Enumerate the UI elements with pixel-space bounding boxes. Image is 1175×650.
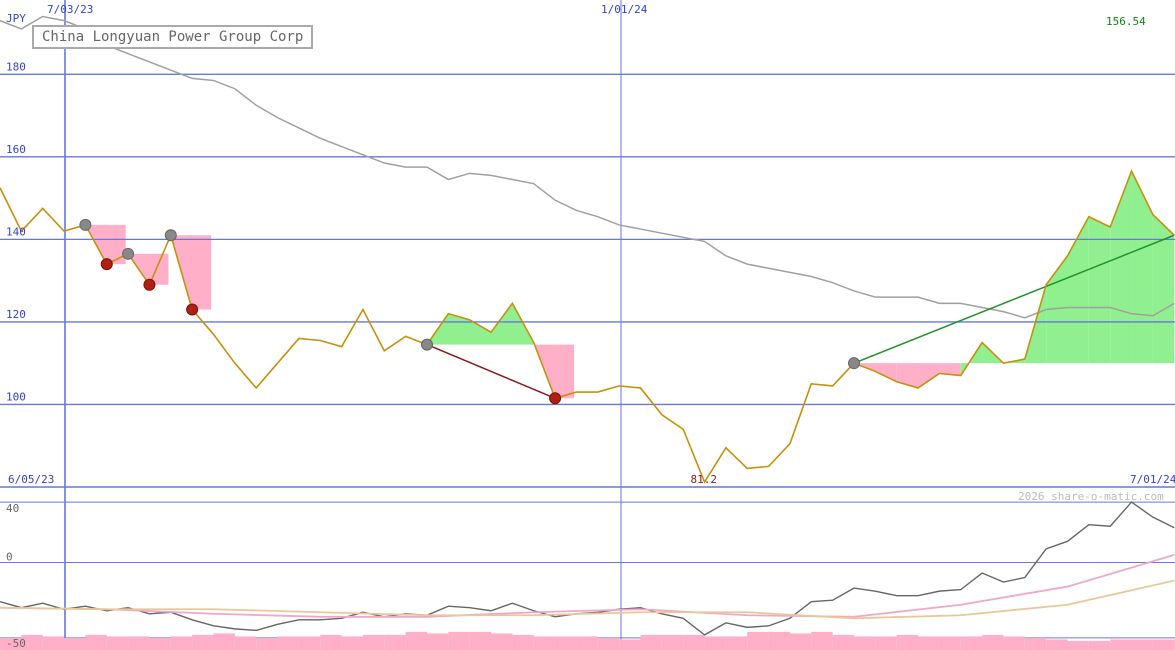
- histogram-bar: [661, 634, 684, 650]
- signal-entry-marker-1: [122, 247, 135, 260]
- histogram-bar: [128, 636, 150, 650]
- histogram-bar: [982, 634, 1004, 650]
- histogram-bar: [1003, 636, 1025, 650]
- histogram-bar: [448, 631, 470, 650]
- histogram-bar: [512, 634, 534, 650]
- histogram-bar: [597, 637, 620, 650]
- histogram-bar: [149, 637, 171, 650]
- date-label-end: 7/01/24: [1130, 473, 1175, 486]
- sell-bar-3: [553, 344, 575, 399]
- signal-entry-marker-0: [79, 218, 92, 231]
- histogram-bar: [362, 634, 385, 650]
- histogram-bar: [1067, 640, 1089, 650]
- histogram-bar: [1131, 639, 1153, 650]
- gridlines: [0, 0, 1175, 650]
- histogram-bar: [619, 639, 641, 650]
- buy-up-fill-51: [1088, 216, 1111, 364]
- histogram-bar: [832, 634, 854, 650]
- histogram-bar: [789, 633, 812, 650]
- osc-tick--50: -50: [6, 637, 26, 650]
- signal-entry-marker-2: [164, 229, 177, 242]
- chart-labels: 100 120 140 160 180 JPY 7/03/23 1/01/24 6/05/23 7…: [6, 3, 1175, 650]
- histogram-bar: [854, 636, 876, 650]
- histogram-bar: [405, 631, 427, 650]
- signal-exit-marker-1: [143, 278, 156, 291]
- histogram-bar: [427, 633, 449, 650]
- histogram-bar: [640, 634, 662, 650]
- histogram-bar: [384, 634, 406, 650]
- histogram-bar: [85, 634, 107, 650]
- histogram-bar: [747, 631, 769, 650]
- y-axis-unit-label: JPY: [6, 12, 26, 25]
- histogram-bar: [469, 631, 492, 650]
- histogram-bar: [192, 634, 214, 650]
- signal-exit-marker-0: [100, 258, 113, 271]
- histogram-bar: [875, 636, 897, 650]
- price-layer: [0, 169, 1175, 484]
- histogram-bar: [277, 636, 299, 650]
- price-line: [0, 169, 1175, 484]
- price-tick-160: 160: [6, 143, 26, 156]
- oscillator_average_fast-line: [0, 554, 1175, 618]
- chart-title: China Longyuan Power Group Corp: [32, 25, 314, 49]
- histogram-bar: [939, 636, 961, 650]
- date-label-start: 6/05/23: [8, 473, 54, 486]
- histogram-bar: [42, 636, 65, 650]
- copyright-text: 2026 share-o-matic.com: [1018, 490, 1164, 503]
- osc-tick-0: 0: [6, 550, 13, 563]
- histogram-bar: [298, 636, 321, 650]
- histogram-bar: [1152, 639, 1175, 650]
- histogram-bar: [213, 633, 235, 650]
- histogram-bar: [533, 636, 556, 650]
- signal-entry-marker-4: [848, 357, 860, 370]
- oscillator-layer: [0, 501, 1175, 636]
- long-moving-average-layer: [0, 15, 1175, 319]
- date-label-top-1: 7/03/23: [47, 3, 93, 16]
- histogram-bar: [1024, 637, 1047, 650]
- mid-up-fill: [427, 303, 534, 345]
- histogram-bar: [341, 636, 363, 650]
- histogram-bar: [256, 637, 278, 650]
- sell-bar-2: [190, 235, 212, 310]
- histogram-bar: [725, 636, 748, 650]
- histogram-bar: [918, 636, 940, 650]
- stock-chart: 100 120 140 160 180 JPY 7/03/23 1/01/24 6/05/23 7…: [0, 0, 1175, 650]
- price-tick-140: 140: [6, 225, 26, 238]
- histogram-bar: [234, 636, 257, 650]
- price-tick-180: 180: [6, 60, 26, 73]
- histogram-bar: [555, 636, 577, 650]
- signal-exit-marker-3: [549, 392, 562, 405]
- histogram-layer: [0, 631, 1175, 650]
- histogram-bar: [1088, 640, 1111, 650]
- low-price-label: 81.2: [691, 473, 718, 486]
- signal-exit-marker-2: [186, 303, 199, 316]
- histogram-bar: [106, 636, 129, 650]
- signal-entry-marker-3: [421, 338, 433, 351]
- histogram-bar: [64, 637, 86, 650]
- buy-up-fill-50: [1067, 216, 1089, 364]
- histogram-bar: [768, 631, 790, 650]
- histogram-bar: [576, 636, 598, 650]
- date-label-top-2: 1/01/24: [601, 3, 648, 16]
- long-ma-line: [0, 15, 1175, 319]
- buy-up-fill-53: [1131, 171, 1153, 364]
- sell-trend-line-3: [426, 343, 556, 399]
- histogram-bar: [960, 636, 983, 650]
- price-tick-120: 120: [6, 308, 26, 321]
- histogram-bar: [170, 636, 193, 650]
- signal-fill-layer: [85, 171, 1175, 399]
- last-price-label: 156.54: [1106, 15, 1146, 28]
- histogram-bar: [1046, 639, 1068, 650]
- histogram-bar: [491, 633, 513, 650]
- histogram-bar: [896, 634, 919, 650]
- histogram-bar: [683, 634, 705, 650]
- histogram-bar: [811, 631, 833, 650]
- histogram-bar: [704, 636, 726, 650]
- histogram-bar: [1110, 639, 1132, 650]
- price-tick-100: 100: [6, 390, 26, 403]
- oscillator-line: [0, 501, 1175, 636]
- histogram-bar: [320, 634, 342, 650]
- osc-tick-40: 40: [6, 502, 19, 515]
